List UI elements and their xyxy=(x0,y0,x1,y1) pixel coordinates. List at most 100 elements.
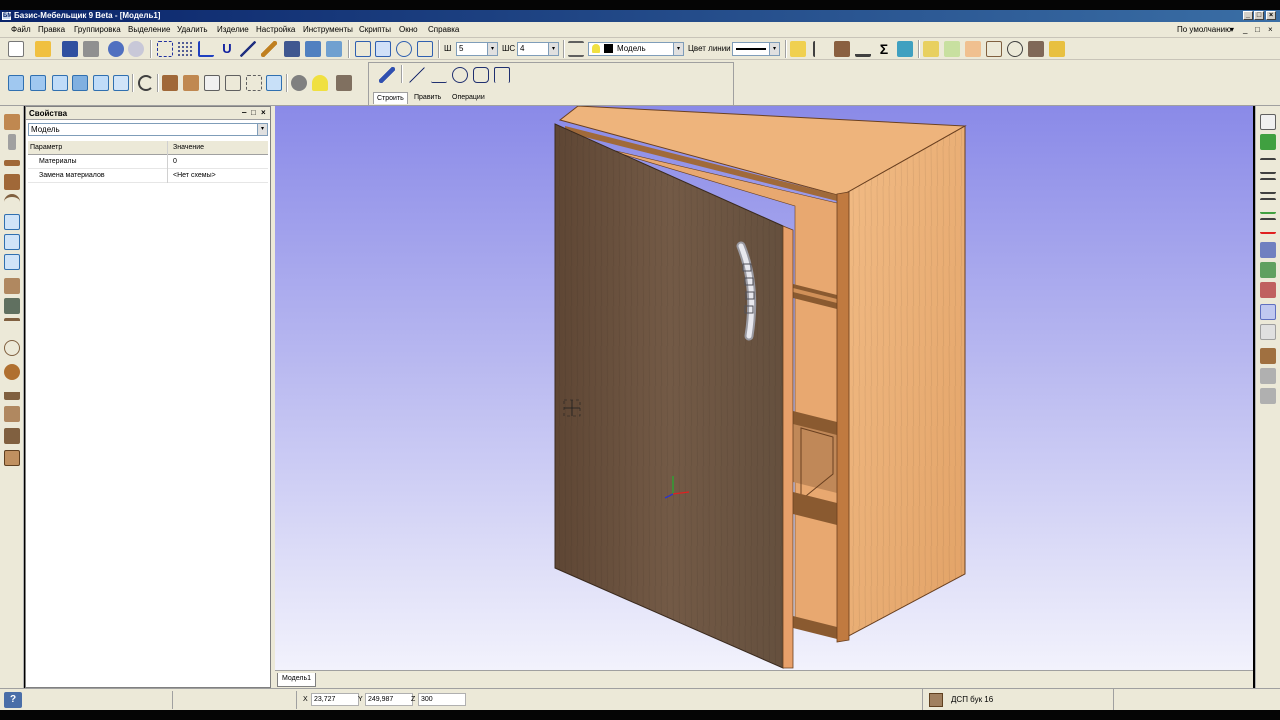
layout-icon[interactable] xyxy=(965,41,981,57)
dropdown-arrow-icon[interactable]: ▾ xyxy=(673,43,683,55)
table-row[interactable]: Материалы 0 xyxy=(28,155,268,169)
zoom-selection-icon[interactable] xyxy=(417,41,433,57)
sum-icon[interactable]: Σ xyxy=(876,41,892,57)
menu-window[interactable]: Окно xyxy=(399,25,418,35)
view-custom-icon[interactable] xyxy=(113,75,129,91)
panel-close-button[interactable]: × xyxy=(261,108,266,118)
undo-icon[interactable] xyxy=(108,41,124,57)
zoom-extents-icon[interactable] xyxy=(355,41,371,57)
zoom-window-icon[interactable] xyxy=(375,41,391,57)
panel-vertical-icon[interactable] xyxy=(8,134,16,150)
panel-pin-button[interactable]: ‒ xyxy=(242,108,246,118)
view-left-icon[interactable] xyxy=(30,75,46,91)
shaded-icon[interactable] xyxy=(162,75,178,91)
ortho-icon[interactable] xyxy=(198,41,214,57)
assembly-icon[interactable] xyxy=(1260,348,1276,364)
menu-settings[interactable]: Настройка xyxy=(256,25,295,35)
settings-icon[interactable] xyxy=(897,41,913,57)
texture-icon[interactable] xyxy=(336,75,352,91)
polyline-icon[interactable] xyxy=(431,67,447,83)
view-top-icon[interactable] xyxy=(72,75,88,91)
param-value[interactable]: 0 xyxy=(170,155,268,169)
menu-product[interactable]: Изделие xyxy=(217,25,249,35)
dropdown-arrow-icon[interactable]: ▾ xyxy=(487,43,497,55)
coord-x-field[interactable]: 23,727 xyxy=(311,693,359,706)
panel-bent-icon[interactable] xyxy=(4,194,20,210)
menu-selection[interactable]: Выделение xyxy=(128,25,170,35)
menu-edit[interactable]: Правка xyxy=(38,25,65,35)
hidden-line-icon[interactable] xyxy=(204,75,220,91)
menu-help[interactable]: Справка xyxy=(428,25,459,35)
table-row[interactable]: Замена материалов <Нет схемы> xyxy=(28,169,268,183)
menu-tools[interactable]: Инструменты xyxy=(303,25,353,35)
add-panel-icon[interactable] xyxy=(1260,134,1276,150)
copy-icon[interactable] xyxy=(1260,304,1276,320)
dimension-icon[interactable] xyxy=(494,67,510,83)
wireframe-icon[interactable] xyxy=(225,75,241,91)
menu-file[interactable]: Файл xyxy=(11,25,31,35)
dropdown-arrow-icon[interactable]: ▾ xyxy=(769,43,779,55)
sphere-icon[interactable] xyxy=(4,364,20,380)
view-rotate-icon[interactable] xyxy=(305,41,321,57)
panel-icon[interactable] xyxy=(834,41,850,57)
panel-vertical-fill-icon[interactable] xyxy=(4,234,20,250)
panel-front-icon[interactable] xyxy=(4,114,20,130)
edit-table-icon[interactable] xyxy=(944,41,960,57)
param-value[interactable]: <Нет схемы> xyxy=(170,169,268,183)
line-width-field[interactable]: 5 ▾ xyxy=(456,42,498,56)
redo-icon[interactable] xyxy=(128,41,144,57)
dropdown-arrow-icon[interactable]: ▾ xyxy=(548,43,558,55)
tab-edit[interactable]: Править xyxy=(411,92,444,104)
build-pencil-icon[interactable] xyxy=(379,67,395,83)
magnet-icon[interactable]: U xyxy=(219,41,235,57)
light-icon[interactable] xyxy=(312,75,328,91)
cut-icon[interactable] xyxy=(813,41,829,57)
panel-profile-icon[interactable] xyxy=(4,214,20,230)
box-icon[interactable] xyxy=(1028,41,1044,57)
block-icon[interactable] xyxy=(4,428,20,444)
drawer-icon[interactable] xyxy=(4,278,20,294)
snap-icon[interactable] xyxy=(157,41,173,57)
layer-up-icon[interactable] xyxy=(1260,242,1276,258)
coord-z-field[interactable]: 300 xyxy=(418,693,466,706)
align-add-icon[interactable] xyxy=(1260,198,1276,214)
distribute-icon[interactable] xyxy=(1260,178,1276,194)
panel-float-button[interactable]: □ xyxy=(251,108,256,118)
line-color-select[interactable]: ▾ xyxy=(732,42,780,56)
layer-remove-icon[interactable] xyxy=(1260,282,1276,298)
paste-icon[interactable] xyxy=(1260,324,1276,340)
grid-icon[interactable] xyxy=(177,41,193,57)
window-maximize-button[interactable]: □ xyxy=(1254,11,1264,20)
open-folder-icon[interactable] xyxy=(35,41,51,57)
profile-icon[interactable] xyxy=(4,298,20,314)
view-iso-icon[interactable] xyxy=(93,75,109,91)
curve-profile-icon[interactable] xyxy=(4,318,20,334)
tab-build[interactable]: Строить xyxy=(373,92,408,104)
line-icon[interactable] xyxy=(409,67,425,83)
panel-horizontal-icon[interactable] xyxy=(4,160,20,166)
folder-icon[interactable] xyxy=(790,41,806,57)
panel-horizontal-fill-icon[interactable] xyxy=(4,254,20,270)
menu-scripts[interactable]: Скрипты xyxy=(359,25,391,35)
layout-preset-arrow[interactable]: ▾ xyxy=(1230,25,1234,35)
doc-close-button[interactable]: × xyxy=(1268,25,1273,35)
shaded-edges-icon[interactable] xyxy=(183,75,199,91)
menu-grouping[interactable]: Группировка xyxy=(74,25,121,35)
view-refresh-icon[interactable] xyxy=(326,41,342,57)
camera-icon[interactable] xyxy=(291,75,307,91)
layers-icon[interactable] xyxy=(568,41,584,57)
measure-icon[interactable] xyxy=(855,41,871,57)
extrusion-icon[interactable] xyxy=(4,406,20,422)
menu-delete[interactable]: Удалить xyxy=(177,25,208,35)
orbit-icon[interactable] xyxy=(138,75,154,91)
cabinet-icon[interactable] xyxy=(4,450,20,466)
transparent-icon[interactable] xyxy=(266,75,282,91)
object-selector[interactable]: Модель ▾ xyxy=(28,123,268,136)
help-icon[interactable]: ? xyxy=(4,692,22,708)
cone-icon[interactable] xyxy=(4,384,20,400)
zoom-icon[interactable] xyxy=(396,41,412,57)
window-list-icon[interactable] xyxy=(1260,114,1276,130)
print-icon[interactable] xyxy=(83,41,99,57)
view-front-icon[interactable] xyxy=(8,75,24,91)
layer-add-icon[interactable] xyxy=(1260,262,1276,278)
